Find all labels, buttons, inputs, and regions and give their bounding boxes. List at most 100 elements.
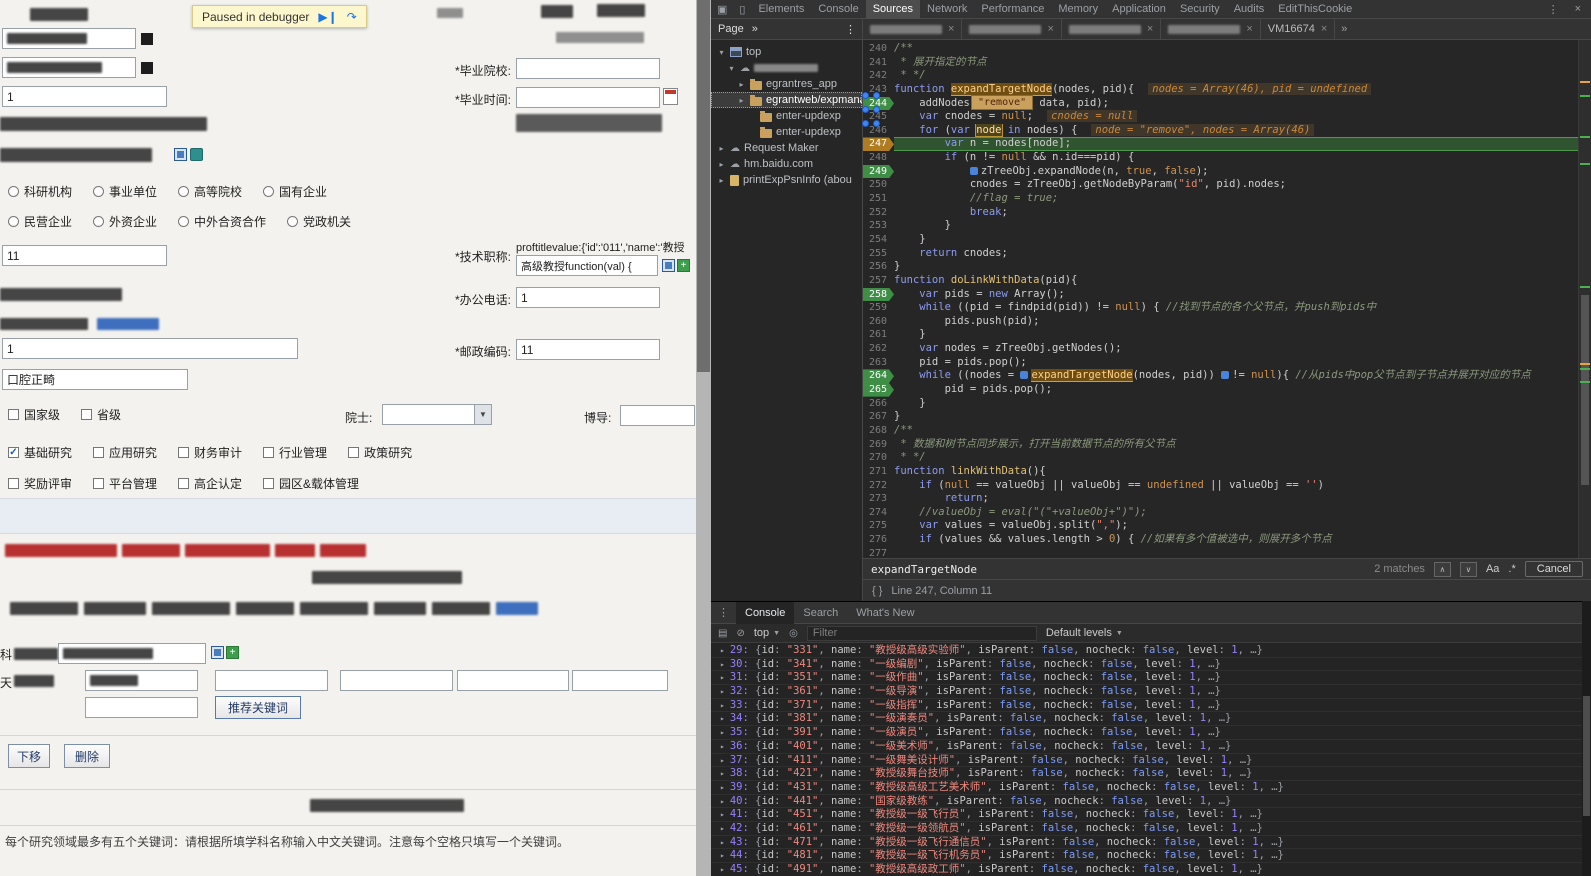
line-number[interactable]: 251: [863, 192, 894, 206]
console-row[interactable]: ▸29: {id: "331", name: "教授级高级实验师", isPar…: [711, 644, 1582, 658]
line-number[interactable]: 248: [863, 151, 894, 165]
log-levels-selector[interactable]: Default levels ▼: [1046, 627, 1123, 639]
title-code-input[interactable]: [2, 245, 167, 266]
radio-option[interactable]: 科研机构: [8, 183, 72, 200]
add-icon[interactable]: +: [677, 259, 690, 272]
keyword-input-2[interactable]: [215, 670, 328, 691]
line-number[interactable]: 263: [863, 356, 894, 370]
checkbox-option[interactable]: 政策研究: [348, 444, 412, 461]
line-number[interactable]: 270: [863, 451, 894, 465]
expand-arrow-icon[interactable]: ▸: [720, 851, 725, 860]
line-number[interactable]: 255: [863, 247, 894, 261]
tree-picker-icon[interactable]: [174, 148, 187, 161]
line-number[interactable]: 249: [863, 165, 894, 179]
line-number[interactable]: 274: [863, 506, 894, 520]
console-scrollbar-thumb[interactable]: [1583, 696, 1590, 816]
file-tab[interactable]: ×: [863, 19, 962, 39]
expand-arrow-icon[interactable]: ▸: [720, 756, 725, 765]
move-down-button[interactable]: 下移: [8, 744, 50, 768]
expander-icon[interactable]: ▸: [717, 144, 726, 153]
page-scrollbar-thumb[interactable]: [697, 0, 710, 372]
console-row[interactable]: ▸45: {id: "491", name: "教授级高级政工师", isPar…: [711, 863, 1582, 876]
navigator-menu-icon[interactable]: ⋮: [845, 23, 862, 36]
degree-no-input[interactable]: [2, 86, 167, 107]
keyword-input-3[interactable]: [340, 670, 453, 691]
console-row[interactable]: ▸30: {id: "341", name: "一级编剧", isParent:…: [711, 658, 1582, 672]
radio-icon[interactable]: [8, 216, 19, 227]
checkbox-icon[interactable]: [81, 409, 92, 420]
line-number[interactable]: 261: [863, 328, 894, 342]
tab-security[interactable]: Security: [1173, 0, 1227, 19]
checkbox-icon[interactable]: [263, 447, 274, 458]
line-number[interactable]: 254: [863, 233, 894, 247]
tree-item[interactable]: ▾top: [711, 44, 862, 60]
device-toolbar-icon[interactable]: ▯: [733, 3, 751, 16]
checkbox-option[interactable]: 国家级: [8, 406, 60, 423]
expand-arrow-icon[interactable]: ▸: [720, 824, 725, 833]
console-row[interactable]: ▸38: {id: "421", name: "教授级舞台技师", isPare…: [711, 767, 1582, 781]
tree-item[interactable]: ▸egrantres_app: [711, 76, 862, 92]
execution-context-selector[interactable]: top ▼: [754, 627, 780, 639]
keyword-input-6[interactable]: [85, 697, 198, 718]
line-number[interactable]: 264: [863, 369, 894, 383]
redacted-field[interactable]: [2, 28, 136, 49]
inspect-icon[interactable]: ▣: [711, 3, 733, 16]
checkbox-icon[interactable]: [178, 478, 189, 489]
line-number[interactable]: 272: [863, 479, 894, 493]
drawer-tab-console[interactable]: Console: [736, 602, 794, 624]
tree-item[interactable]: ▸☁hm.baidu.com: [711, 156, 862, 172]
checkbox-icon[interactable]: [8, 409, 19, 420]
radio-icon[interactable]: [178, 216, 189, 227]
line-number[interactable]: 269: [863, 438, 894, 452]
pretty-print-icon[interactable]: { }: [872, 585, 882, 597]
expand-arrow-icon[interactable]: ▸: [720, 646, 725, 655]
console-row[interactable]: ▸31: {id: "351", name: "一级作曲", isParent:…: [711, 671, 1582, 685]
expander-icon[interactable]: ▸: [737, 80, 746, 89]
line-number[interactable]: 247: [863, 137, 894, 151]
line-number[interactable]: 241: [863, 56, 894, 70]
radio-icon[interactable]: [263, 186, 274, 197]
radio-icon[interactable]: [93, 216, 104, 227]
tab-console[interactable]: Console: [811, 0, 865, 19]
radio-icon[interactable]: [93, 186, 104, 197]
tree-item[interactable]: ▸☁Request Maker: [711, 140, 862, 156]
console-row[interactable]: ▸42: {id: "461", name: "教授级一级领航员", isPar…: [711, 822, 1582, 836]
resume-script-icon[interactable]: ▶❙: [318, 11, 337, 23]
tree-item[interactable]: ▸egrantweb/expmanage: [711, 92, 862, 108]
close-devtools-icon[interactable]: ×: [1569, 3, 1587, 16]
line-number[interactable]: 253: [863, 219, 894, 233]
editor-scrollbar-thumb[interactable]: [1581, 295, 1589, 485]
radio-option[interactable]: 事业单位: [93, 183, 157, 200]
line-number[interactable]: 252: [863, 206, 894, 220]
expand-arrow-icon[interactable]: ▸: [720, 742, 725, 751]
office-phone-input[interactable]: [516, 287, 660, 308]
radio-option[interactable]: 外资企业: [93, 213, 157, 230]
tab-audits[interactable]: Audits: [1227, 0, 1272, 19]
console-scrollbar[interactable]: [1582, 601, 1591, 876]
line-number[interactable]: 273: [863, 492, 894, 506]
console-row[interactable]: ▸41: {id: "451", name: "教授级一级飞行员", isPar…: [711, 808, 1582, 822]
checkbox-icon[interactable]: ✓: [8, 447, 19, 458]
radio-option[interactable]: 中外合资合作: [178, 213, 266, 230]
expander-icon[interactable]: ▸: [717, 176, 726, 185]
line-number[interactable]: 259: [863, 301, 894, 315]
redacted-field[interactable]: [2, 57, 136, 78]
line-number[interactable]: 268: [863, 424, 894, 438]
console-row[interactable]: ▸37: {id: "411", name: "一级舞美设计师", isPare…: [711, 754, 1582, 768]
checkbox-option[interactable]: ✓基础研究: [8, 444, 72, 461]
file-tab[interactable]: ×: [1062, 19, 1161, 39]
postal-code-input[interactable]: [516, 339, 660, 360]
drawer-tab-search[interactable]: Search: [794, 602, 847, 624]
radio-option[interactable]: 国有企业: [263, 183, 327, 200]
radio-option[interactable]: 党政机关: [287, 213, 351, 230]
checkbox-option[interactable]: 奖励评审: [8, 475, 72, 492]
checkbox-option[interactable]: 省级: [81, 406, 121, 423]
close-tab-icon[interactable]: ×: [1246, 23, 1252, 35]
live-expression-icon[interactable]: ◎: [789, 628, 798, 639]
search-prev-button[interactable]: ∧: [1434, 562, 1451, 577]
expand-arrow-icon[interactable]: ▸: [720, 838, 725, 847]
close-tab-icon[interactable]: ×: [948, 23, 954, 35]
page-scrollbar[interactable]: [696, 0, 711, 876]
calendar-icon[interactable]: [663, 88, 678, 105]
clear-console-icon[interactable]: ⊘: [736, 628, 744, 639]
